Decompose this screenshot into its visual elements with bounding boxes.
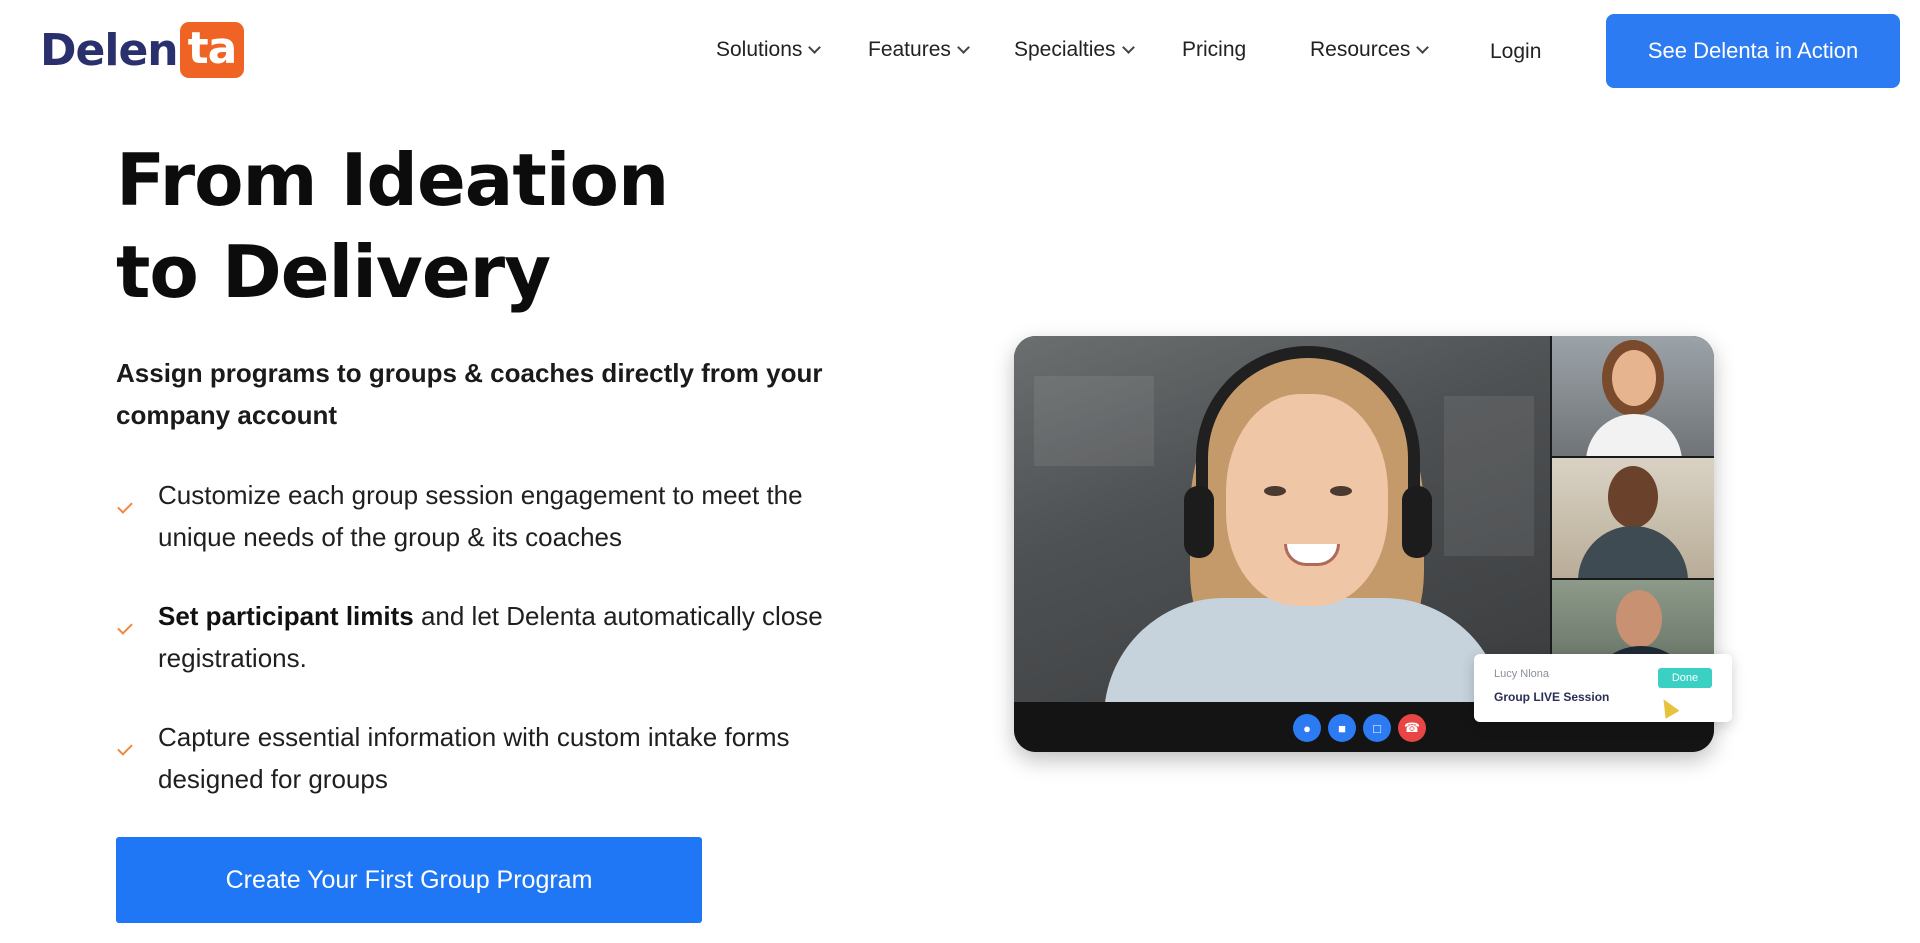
hero-headline: From Ideation to Delivery [116, 134, 669, 318]
chevron-down-icon [808, 41, 822, 54]
feature-list: Customize each group session engagement … [116, 474, 856, 837]
chevron-down-icon [1121, 41, 1135, 54]
nav-item-label: Resources [1310, 38, 1411, 61]
participant-face [1612, 350, 1656, 406]
checkmark-icon [117, 740, 133, 756]
checkmark-icon [117, 619, 133, 635]
nav-item-label: Login [1490, 40, 1542, 63]
logo-text-primary: Delen [40, 24, 179, 76]
eye-right [1330, 486, 1352, 496]
main-video-feed [1014, 336, 1550, 702]
bullet-text: Customize each group session engagement … [158, 480, 803, 552]
chat-icon[interactable]: □ [1363, 714, 1391, 742]
nav-item-resources[interactable]: Resources [1310, 28, 1430, 72]
participant-body [1586, 414, 1682, 456]
cursor-icon [1656, 695, 1680, 719]
participant-face [1616, 590, 1662, 648]
bullet-bold-text: Set participant limits [158, 601, 414, 631]
participant-shirt [1104, 598, 1504, 702]
nav-item-label: Features [868, 38, 951, 61]
delenta-logo[interactable]: Delen ta [40, 22, 245, 78]
list-item: Set participant limits and let Delenta a… [116, 595, 856, 679]
nav-item-login[interactable]: Login [1490, 30, 1541, 74]
hero-subhead: Assign programs to groups & coaches dire… [116, 358, 823, 430]
bullet-text: Capture essential information with custo… [158, 722, 790, 794]
see-delenta-in-action-button[interactable]: See Delenta in Action [1606, 14, 1900, 88]
headline-line-2: to Delivery [116, 230, 551, 314]
participant-body [1578, 526, 1688, 578]
participant-tile[interactable] [1552, 336, 1714, 456]
session-notification-card: Lucy Nlona Group LIVE Session Done [1474, 654, 1732, 722]
headphone-cup-left [1184, 486, 1214, 558]
done-button[interactable]: Done [1658, 668, 1712, 688]
background-shelf [1034, 376, 1154, 466]
create-first-group-program-button[interactable]: Create Your First Group Program [116, 837, 702, 923]
nav-item-label: Solutions [716, 38, 803, 61]
hang-up-icon[interactable]: ☎ [1398, 714, 1426, 742]
chevron-down-icon [1416, 41, 1430, 54]
nav-item-specialties[interactable]: Specialties [1014, 28, 1135, 72]
chevron-down-icon [957, 41, 970, 54]
participant-name: Lucy Nlona [1494, 668, 1550, 680]
nav-item-solutions[interactable]: Solutions [716, 28, 822, 72]
camera-icon[interactable]: ■ [1328, 714, 1356, 742]
background-cabinet [1444, 396, 1534, 556]
participant-face [1226, 394, 1388, 606]
site-header: Delen ta Solutions Features Specialties P… [0, 0, 1920, 100]
checkmark-icon [117, 498, 133, 514]
nav-item-label: Specialties [1014, 38, 1116, 61]
nav-item-pricing[interactable]: Pricing [1182, 28, 1246, 72]
smile [1284, 544, 1340, 566]
headphone-cup-right [1402, 486, 1432, 558]
session-title: Group LIVE Session [1494, 690, 1610, 704]
logo-text-accent: ta [179, 22, 245, 78]
nav-item-features[interactable]: Features [868, 28, 970, 72]
list-item: Capture essential information with custo… [116, 716, 856, 800]
participant-thumbnails [1552, 336, 1714, 702]
eye-left [1264, 486, 1286, 496]
nav-item-label: Pricing [1182, 38, 1247, 61]
participant-face [1608, 466, 1658, 528]
headline-line-1: From Ideation [116, 138, 669, 222]
microphone-icon[interactable]: ● [1293, 714, 1321, 742]
list-item: Customize each group session engagement … [116, 474, 856, 558]
participant-tile[interactable] [1552, 458, 1714, 578]
